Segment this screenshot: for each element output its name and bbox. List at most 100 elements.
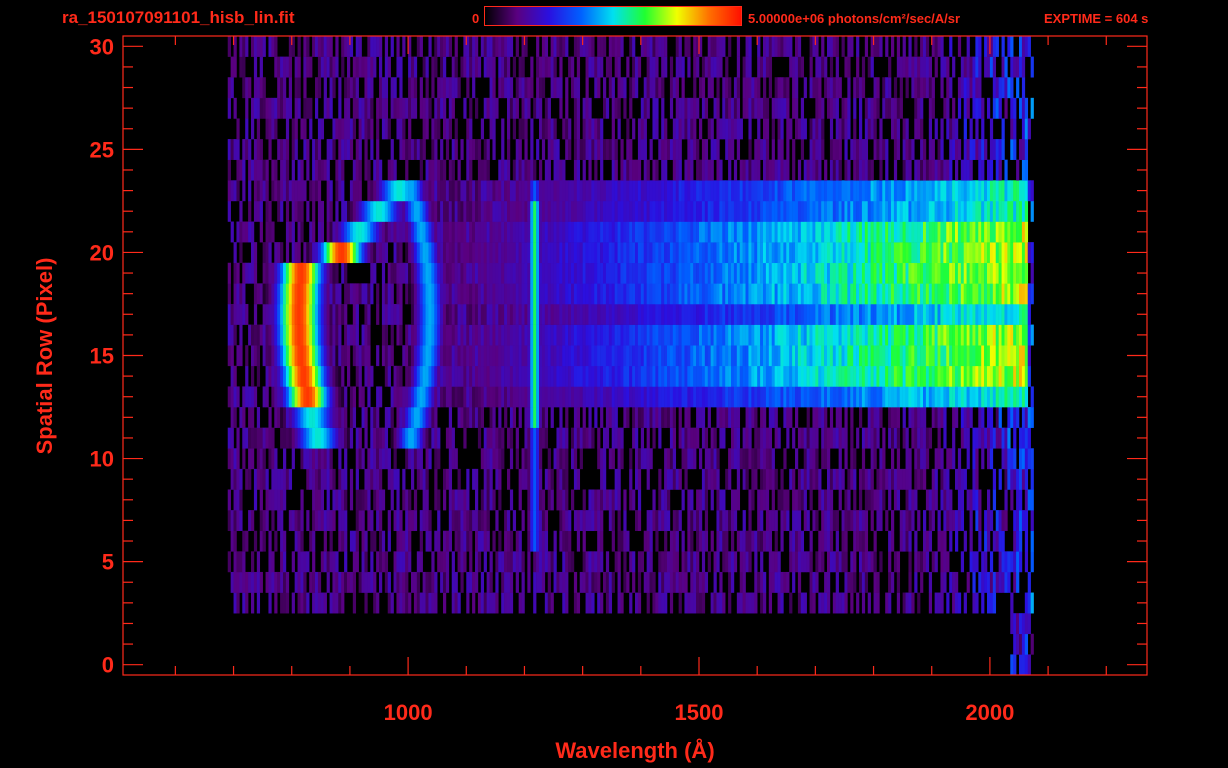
heatmap-cell <box>466 200 470 222</box>
heatmap-cell <box>972 489 976 511</box>
heatmap-cell <box>1013 468 1017 490</box>
heatmap-cell <box>431 262 435 284</box>
heatmap-cell <box>239 510 243 532</box>
heatmap-cell <box>713 200 717 222</box>
heatmap-cell <box>797 592 802 614</box>
heatmap-cell <box>544 365 549 387</box>
heatmap-cell <box>425 345 429 367</box>
heatmap-cell <box>768 468 773 490</box>
heatmap-cell <box>399 592 403 614</box>
heatmap-cell <box>338 303 342 325</box>
heatmap-cell <box>818 324 822 346</box>
heatmap-cell <box>562 221 566 243</box>
heatmap-cell <box>233 592 237 614</box>
heatmap-cell <box>390 386 394 408</box>
heatmap-cell <box>274 365 278 387</box>
heatmap-cell <box>463 324 467 346</box>
heatmap-cell <box>504 551 508 573</box>
heatmap-cell <box>719 180 723 202</box>
heatmap-cell <box>765 303 770 325</box>
heatmap-cell <box>509 489 514 511</box>
heatmap-cell <box>635 200 639 222</box>
heatmap-cell <box>585 571 589 593</box>
heatmap-cell <box>748 407 752 428</box>
heatmap-cell <box>448 221 453 243</box>
heatmap-cell <box>655 592 659 614</box>
heatmap-cell <box>303 427 307 449</box>
heatmap-cell <box>259 221 263 243</box>
heatmap-cell <box>719 386 723 408</box>
heatmap-cell <box>1021 407 1026 428</box>
heatmap-cell <box>768 407 773 428</box>
heatmap-cell <box>1007 180 1011 202</box>
heatmap-cell <box>489 324 493 346</box>
heatmap-cell <box>285 303 290 325</box>
heatmap-cell <box>317 303 322 325</box>
heatmap-cell <box>661 571 665 593</box>
heatmap-cell <box>800 221 805 243</box>
heatmap-cell <box>227 303 231 325</box>
heatmap-cell <box>655 530 659 552</box>
heatmap-cell <box>242 139 246 160</box>
heatmap-cell <box>690 551 694 573</box>
heatmap-cell <box>623 407 627 428</box>
heatmap-cell <box>434 303 438 325</box>
heatmap-cell <box>667 180 671 202</box>
heatmap-cell <box>541 324 546 346</box>
heatmap-cell <box>704 427 709 449</box>
heatmap-cell <box>771 407 775 428</box>
heatmap-cell <box>672 159 677 181</box>
heatmap-cell <box>885 386 889 408</box>
heatmap-cell <box>832 262 837 284</box>
heatmap-cell <box>623 530 627 552</box>
heatmap-cell <box>1004 365 1008 387</box>
heatmap-cell <box>550 324 554 346</box>
heatmap-cell <box>291 200 295 222</box>
heatmap-cell <box>768 303 773 325</box>
heatmap-cell <box>864 242 869 264</box>
heatmap-cell <box>536 324 540 346</box>
heatmap-cell <box>896 407 901 428</box>
heatmap-cell <box>251 571 255 593</box>
heatmap-cell <box>317 262 322 284</box>
heatmap-cell <box>530 200 534 222</box>
heatmap-cell <box>582 283 586 305</box>
heatmap-cell <box>783 283 787 305</box>
heatmap-cell <box>693 571 697 593</box>
heatmap-cell <box>320 551 325 573</box>
heatmap-cell <box>608 180 613 202</box>
heatmap-cell <box>751 200 755 222</box>
heatmap-cell <box>797 571 802 593</box>
heatmap-cell <box>501 365 505 387</box>
heatmap-cell <box>349 489 354 511</box>
heatmap-cell <box>541 242 546 264</box>
heatmap-cell <box>972 571 976 593</box>
heatmap-cell <box>736 200 741 222</box>
heatmap-cell <box>347 427 351 449</box>
heatmap-cell <box>576 180 581 202</box>
heatmap-cell <box>611 159 615 181</box>
heatmap-cell <box>381 551 386 573</box>
heatmap-cell <box>288 324 293 346</box>
heatmap-cell <box>739 386 743 408</box>
heatmap-cell <box>672 365 677 387</box>
heatmap-cell <box>326 283 330 305</box>
heatmap-cell <box>696 159 700 181</box>
heatmap-cell <box>1004 262 1008 284</box>
heatmap-cell <box>710 159 714 181</box>
heatmap-cell <box>821 345 825 367</box>
heatmap-cell <box>547 386 551 408</box>
heatmap-cell <box>591 221 595 243</box>
heatmap-cell <box>466 303 470 325</box>
heatmap-cell <box>754 324 758 346</box>
heatmap-cell <box>885 159 889 181</box>
heatmap-cell <box>812 592 816 614</box>
heatmap-cell <box>227 427 231 449</box>
heatmap-cell <box>655 180 659 202</box>
heatmap-cell <box>585 345 589 367</box>
heatmap-cell <box>402 345 406 367</box>
heatmap-cell <box>600 592 604 614</box>
heatmap-cell <box>774 242 778 264</box>
heatmap-cell <box>896 262 901 284</box>
heatmap-cell <box>876 510 880 532</box>
